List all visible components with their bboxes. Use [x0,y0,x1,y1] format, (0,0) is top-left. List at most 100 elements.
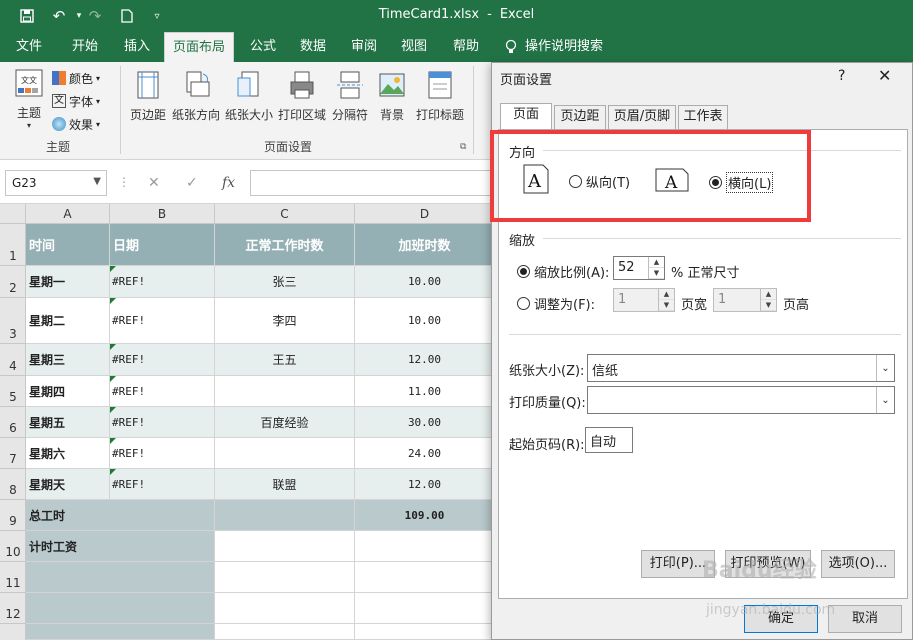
table-cell[interactable]: 30.00 [355,407,495,438]
table-cell[interactable]: #REF! [110,469,215,500]
table-cell[interactable]: 12.00 [355,469,495,500]
table-cell[interactable]: 星期一 [26,266,110,298]
paper-size-select[interactable]: 信纸 ⌄ [587,354,895,382]
row-header[interactable]: 7 [0,438,26,469]
tab-formulas[interactable]: 公式 [240,32,286,62]
breaks-button[interactable]: 分隔符 [330,70,370,123]
table-cell[interactable]: 11.00 [355,376,495,407]
fonts-button[interactable]: 文 字体 ▾ [52,91,100,111]
spinner-arrows-icon[interactable]: ▲ ▼ [658,289,674,311]
help-icon[interactable]: ? [838,68,845,84]
tab-view[interactable]: 视图 [391,32,437,62]
table-cell[interactable]: 10.00 [355,298,495,344]
row-header[interactable]: 8 [0,469,26,500]
row-header[interactable]: 3 [0,298,26,344]
background-button[interactable]: 背景 [374,70,410,123]
table-cell[interactable] [215,593,355,624]
table-cell[interactable]: 张三 [215,266,355,298]
table-cell[interactable]: #REF! [110,438,215,469]
table-cell[interactable] [355,562,495,593]
table-cell[interactable]: 星期三 [26,344,110,376]
table-cell[interactable]: 星期四 [26,376,110,407]
table-cell[interactable]: #REF! [110,266,215,298]
wage-label-cell[interactable]: 计时工资 [26,531,215,562]
table-header-cell[interactable]: 时间 [26,224,110,266]
select-all-corner[interactable] [0,204,26,224]
print-quality-select[interactable]: ⌄ [587,386,895,414]
name-box[interactable]: G23 ▼ [5,170,107,196]
tab-margins[interactable]: 页边距 [554,105,606,129]
total-value-cell[interactable]: 109.00 [355,500,495,531]
spinner-arrows-icon[interactable]: ▲ ▼ [648,257,664,279]
table-cell[interactable]: 10.00 [355,266,495,298]
table-cell[interactable]: #REF! [110,407,215,438]
table-cell[interactable] [215,624,355,640]
row-header[interactable]: 10 [0,531,26,562]
fit-to-radio[interactable]: 调整为(F): [517,294,595,313]
table-cell[interactable]: #REF! [110,344,215,376]
row-header[interactable]: 1 [0,224,26,266]
table-cell[interactable] [26,593,215,624]
column-header-b[interactable]: B [110,204,215,224]
tab-data[interactable]: 数据 [290,32,336,62]
dialog-launcher-icon[interactable]: ⧉ [460,142,466,152]
table-cell[interactable] [215,376,355,407]
themes-button[interactable]: 文文 主题 ▾ [10,68,48,130]
table-cell[interactable]: #REF! [110,376,215,407]
close-icon[interactable]: ✕ [878,66,891,85]
total-label-cell[interactable]: 总工时 [26,500,215,531]
tell-me-box[interactable]: 操作说明搜索 [505,32,603,62]
table-cell[interactable] [355,593,495,624]
table-cell[interactable] [26,562,215,593]
table-cell[interactable]: 24.00 [355,438,495,469]
effects-button[interactable]: 效果 ▾ [52,114,100,134]
print-titles-button[interactable]: 打印标题 [412,70,468,123]
scale-percent-stepper[interactable]: 52 ▲ ▼ [613,256,665,280]
table-cell[interactable] [355,624,495,640]
options-button[interactable]: 选项(O)... [821,550,895,578]
pages-wide-stepper[interactable]: 1 ▲ ▼ [613,288,675,312]
column-header-c[interactable]: C [215,204,355,224]
print-area-button[interactable]: 打印区域 [278,70,326,123]
adjust-to-radio[interactable]: 缩放比例(A): [517,262,609,281]
table-cell[interactable]: 星期二 [26,298,110,344]
table-cell[interactable] [355,531,495,562]
colors-button[interactable]: 颜色 ▾ [52,68,100,88]
row-header[interactable]: 9 [0,500,26,531]
tab-sheet[interactable]: 工作表 [678,105,728,129]
row-header[interactable]: 5 [0,376,26,407]
tab-review[interactable]: 审阅 [341,32,387,62]
table-header-cell[interactable]: 正常工作时数 [215,224,355,266]
row-header[interactable]: 6 [0,407,26,438]
first-page-number-input[interactable]: 自动 [585,427,633,453]
table-cell[interactable]: 星期天 [26,469,110,500]
table-cell[interactable]: 联盟 [215,469,355,500]
table-header-cell[interactable]: 加班时数 [355,224,495,266]
table-cell[interactable] [26,624,215,640]
tab-page-layout[interactable]: 页面布局 [164,32,234,63]
column-header-d[interactable]: D [355,204,495,224]
spinner-arrows-icon[interactable]: ▲ ▼ [760,289,776,311]
tab-insert[interactable]: 插入 [114,32,160,62]
column-header-a[interactable]: A [26,204,110,224]
tab-file[interactable]: 文件 [6,32,52,62]
table-cell[interactable]: 李四 [215,298,355,344]
tab-help[interactable]: 帮助 [443,32,489,62]
cancel-icon[interactable]: ✕ [148,175,160,191]
table-cell[interactable] [215,531,355,562]
tab-home[interactable]: 开始 [62,32,108,62]
table-cell[interactable] [215,500,355,531]
tab-page[interactable]: 页面 [500,103,552,130]
table-header-cell[interactable]: 日期 [110,224,215,266]
orientation-button[interactable]: 纸张方向 [172,70,220,123]
row-header[interactable]: 4 [0,344,26,376]
pages-tall-stepper[interactable]: 1 ▲ ▼ [713,288,777,312]
tab-header-footer[interactable]: 页眉/页脚 [608,105,676,129]
table-cell[interactable] [215,562,355,593]
enter-icon[interactable]: ✓ [186,175,198,191]
table-cell[interactable]: 星期六 [26,438,110,469]
row-header[interactable]: 13 [0,624,26,640]
margins-button[interactable]: 页边距 [128,70,168,123]
table-cell[interactable]: #REF! [110,298,215,344]
table-cell[interactable] [215,438,355,469]
